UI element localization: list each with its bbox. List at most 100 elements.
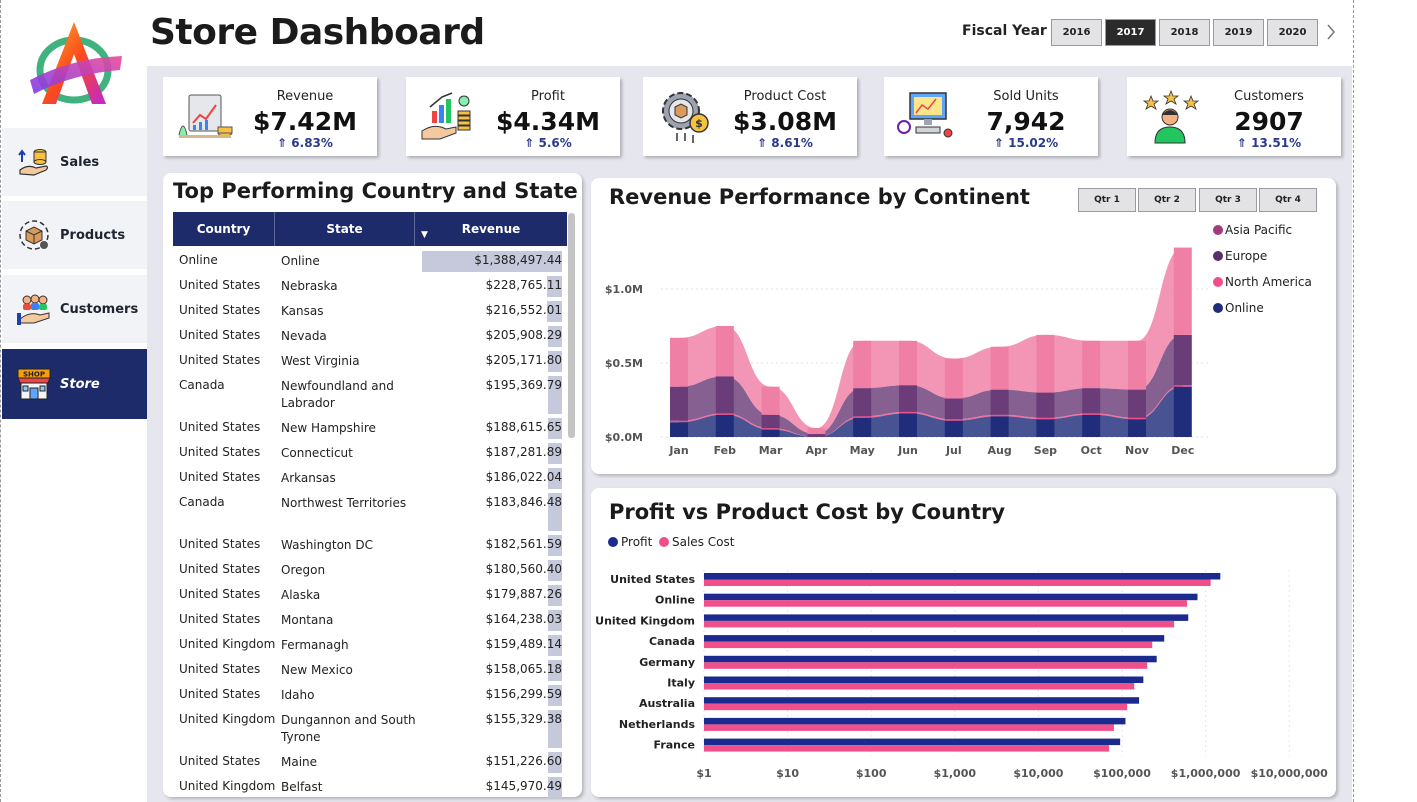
table-row[interactable]: Canada Newfoundland and Labrador $195,369.… xyxy=(173,374,567,416)
table-row[interactable]: Canada Northwest Territories $183,846.48 xyxy=(173,491,567,533)
month-band[interactable] xyxy=(899,413,917,437)
month-band[interactable] xyxy=(670,420,688,423)
month-band[interactable] xyxy=(1173,334,1192,386)
month-band[interactable] xyxy=(761,428,780,430)
month-band[interactable] xyxy=(1082,413,1101,415)
table-row[interactable]: United States West Virginia $205,171.80 xyxy=(173,349,567,374)
month-band[interactable] xyxy=(1036,417,1055,420)
month-band[interactable] xyxy=(899,411,917,414)
legend-label[interactable]: Sales Cost xyxy=(672,535,735,549)
table-row[interactable]: United Kingdom Belfast $145,970.49 xyxy=(173,775,567,800)
table-row[interactable]: Online Online $1,388,497.44 xyxy=(173,249,567,274)
month-band[interactable] xyxy=(1173,247,1192,335)
month-band[interactable] xyxy=(1082,414,1101,437)
month-band[interactable] xyxy=(807,434,826,437)
month-band[interactable] xyxy=(1082,340,1101,389)
year-button-2016[interactable]: 2016 xyxy=(1051,19,1102,46)
bar-profit[interactable] xyxy=(704,697,1140,704)
chevron-right-icon[interactable] xyxy=(1322,20,1340,44)
bar-profit[interactable] xyxy=(704,614,1189,621)
month-band[interactable] xyxy=(761,414,780,429)
column-header-state[interactable]: State xyxy=(275,212,415,246)
month-band[interactable] xyxy=(1036,392,1055,418)
month-band[interactable] xyxy=(899,340,917,386)
nav-store[interactable]: SHOP Store xyxy=(2,349,147,419)
month-band[interactable] xyxy=(853,416,872,418)
month-band[interactable] xyxy=(670,337,688,387)
legend-label[interactable]: Asia Pacific xyxy=(1225,223,1292,237)
table-row[interactable]: United States Montana $164,238.03 xyxy=(173,608,567,633)
month-band[interactable] xyxy=(1128,419,1146,437)
nav-customers[interactable]: Customers xyxy=(2,275,147,343)
year-button-2018[interactable]: 2018 xyxy=(1159,19,1210,46)
month-band[interactable] xyxy=(1036,334,1055,393)
table-row[interactable]: United Kingdom Dungannon and South Tyrone… xyxy=(173,708,567,750)
table-row[interactable]: United States Kansas $216,552.01 xyxy=(173,299,567,324)
month-band[interactable] xyxy=(670,422,688,437)
month-band[interactable] xyxy=(853,340,872,389)
bar-sales-cost[interactable] xyxy=(704,662,1148,669)
bar-sales-cost[interactable] xyxy=(704,579,1211,587)
table-row[interactable]: United States New Mexico $158,065.18 xyxy=(173,658,567,683)
legend-label[interactable]: Europe xyxy=(1225,249,1267,263)
table-scrollbar[interactable] xyxy=(568,213,575,438)
column-header-country[interactable]: Country xyxy=(173,212,275,246)
month-band[interactable] xyxy=(761,386,780,415)
month-band[interactable] xyxy=(1128,340,1146,390)
sort-desc-icon[interactable]: ▼ xyxy=(421,230,428,240)
month-band[interactable] xyxy=(1173,385,1192,387)
table-row[interactable]: United States Oregon $180,560.40 xyxy=(173,558,567,583)
bar-profit[interactable] xyxy=(704,635,1165,642)
table-row[interactable]: United States Nebraska $228,765.11 xyxy=(173,274,567,299)
bar-profit[interactable] xyxy=(704,738,1121,746)
month-band[interactable] xyxy=(944,398,963,420)
bar-sales-cost[interactable] xyxy=(704,641,1153,649)
year-button-2017[interactable]: 2017 xyxy=(1105,19,1156,46)
month-band[interactable] xyxy=(1128,389,1146,418)
month-band[interactable] xyxy=(944,358,963,399)
month-band[interactable] xyxy=(899,385,917,412)
month-band[interactable] xyxy=(1036,419,1055,437)
nav-products[interactable]: Products xyxy=(2,201,147,269)
month-band[interactable] xyxy=(1173,386,1192,437)
month-band[interactable] xyxy=(807,428,826,435)
month-band[interactable] xyxy=(715,376,734,414)
table-row[interactable]: United States Washington DC $182,561.59 xyxy=(173,533,567,558)
legend-label[interactable]: Profit xyxy=(621,535,653,549)
month-band[interactable] xyxy=(944,419,963,421)
bar-sales-cost[interactable] xyxy=(704,724,1114,731)
legend-label[interactable]: North America xyxy=(1225,275,1312,289)
month-band[interactable] xyxy=(715,413,734,415)
month-band[interactable] xyxy=(990,414,1009,417)
table-row[interactable]: United States Alaska $179,887.26 xyxy=(173,583,567,608)
bar-sales-cost[interactable] xyxy=(704,683,1135,690)
month-band[interactable] xyxy=(990,416,1009,437)
month-band[interactable] xyxy=(1128,417,1146,420)
legend-label[interactable]: Online xyxy=(1225,301,1264,315)
month-band[interactable] xyxy=(761,429,780,437)
year-button-2020[interactable]: 2020 xyxy=(1267,19,1318,46)
bar-sales-cost[interactable] xyxy=(704,600,1188,607)
month-band[interactable] xyxy=(715,326,734,377)
nav-sales[interactable]: Sales xyxy=(2,128,147,196)
table-row[interactable]: United States Idaho $156,299.59 xyxy=(173,683,567,708)
column-header-revenue[interactable]: Revenue xyxy=(415,212,567,246)
month-band[interactable] xyxy=(715,414,734,437)
table-row[interactable]: United States Connecticut $187,281.89 xyxy=(173,441,567,466)
month-band[interactable] xyxy=(853,417,872,437)
table-row[interactable]: United Kingdom Fermanagh $159,489.14 xyxy=(173,633,567,658)
bar-profit[interactable] xyxy=(704,655,1157,663)
month-band[interactable] xyxy=(670,386,688,421)
year-button-2019[interactable]: 2019 xyxy=(1213,19,1264,46)
month-band[interactable] xyxy=(1082,388,1101,414)
bar-sales-cost[interactable] xyxy=(704,745,1110,752)
bar-profit[interactable] xyxy=(704,676,1144,684)
month-band[interactable] xyxy=(990,346,1009,390)
month-band[interactable] xyxy=(853,388,872,417)
bar-sales-cost[interactable] xyxy=(704,620,1175,628)
table-row[interactable]: United States Nevada $205,908.29 xyxy=(173,324,567,349)
table-row[interactable]: United States Maine $151,226.60 xyxy=(173,750,567,775)
table-row[interactable]: United States Arkansas $186,022.04 xyxy=(173,466,567,491)
table-row[interactable]: United States New Hampshire $188,615.65 xyxy=(173,416,567,441)
month-band[interactable] xyxy=(990,389,1009,415)
